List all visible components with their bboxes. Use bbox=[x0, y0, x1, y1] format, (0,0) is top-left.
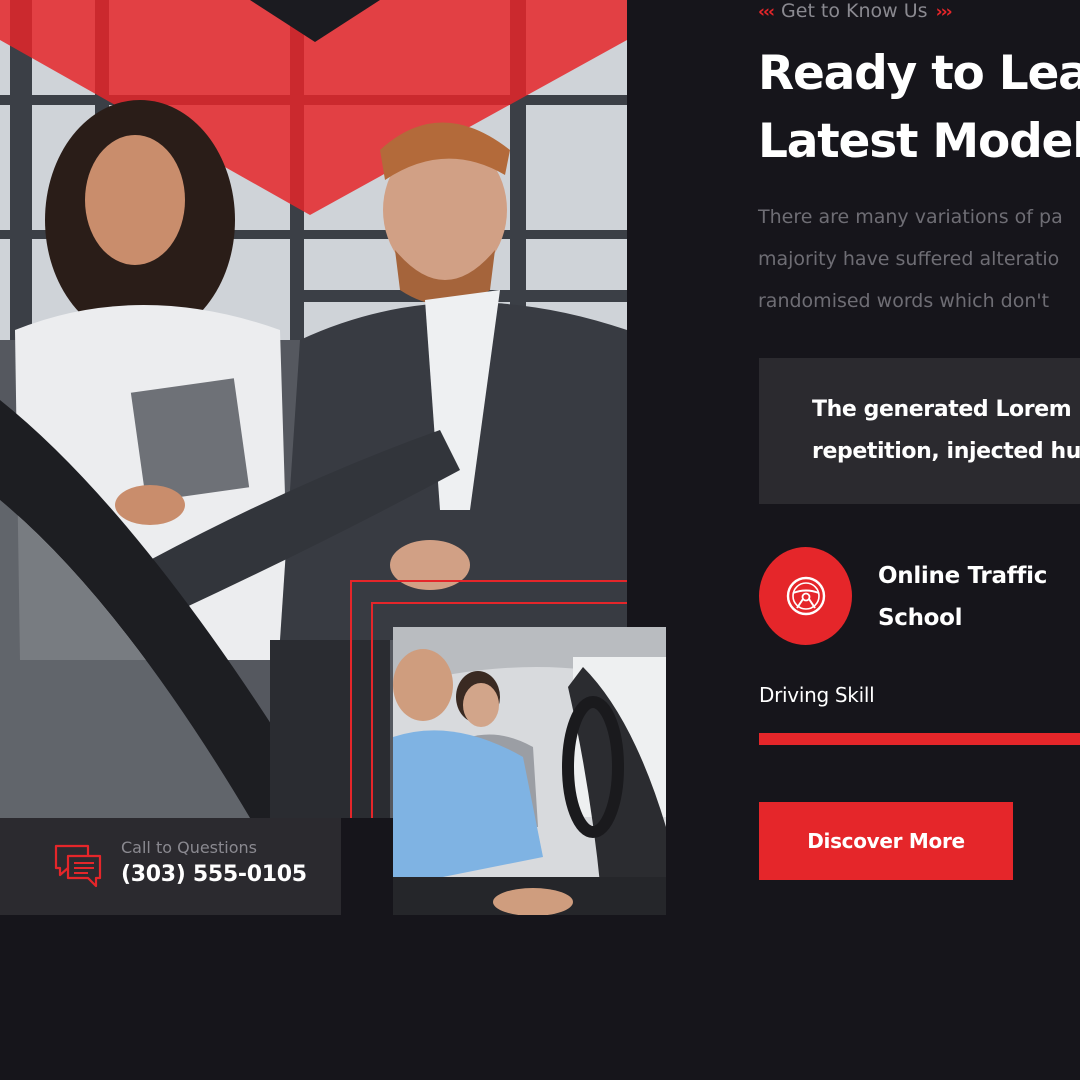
description-line: There are many variations of pa bbox=[758, 206, 1063, 228]
skill-label: Driving Skill bbox=[759, 683, 875, 707]
about-section: Call to Questions (303) 555-0105 ‹‹‹ Get … bbox=[0, 0, 1080, 1080]
description-line: majority have suffered alteratio bbox=[758, 248, 1060, 270]
phone-number[interactable]: (303) 555-0105 bbox=[121, 862, 307, 887]
chat-bubbles-icon bbox=[54, 844, 102, 888]
steering-wheel-icon bbox=[786, 576, 826, 616]
feature-title: Online Traffic School bbox=[878, 555, 1047, 639]
chevrons-left-icon: ‹‹‹ bbox=[758, 2, 775, 22]
chevrons-right-icon: ››› bbox=[935, 2, 953, 22]
section-description: There are many variations of pa majority… bbox=[758, 196, 1063, 322]
feature-title-line: Online Traffic bbox=[878, 563, 1048, 589]
description-line: randomised words which don't bbox=[758, 290, 1050, 312]
section-heading: Ready to Learn Latest Models bbox=[758, 40, 1080, 176]
feature-icon-circle bbox=[759, 547, 852, 645]
quote-line: The generated Lorem bbox=[812, 397, 1072, 422]
skill-progress-bar bbox=[759, 733, 1080, 745]
heading-line: Ready to Learn bbox=[758, 46, 1080, 101]
section-tagline: ‹‹‹ Get to Know Us ››› bbox=[758, 0, 953, 22]
skill-progress-fill bbox=[759, 733, 1080, 745]
driving-lesson-photo bbox=[393, 627, 666, 915]
quote-line: repetition, injected hu bbox=[812, 439, 1080, 464]
heading-line: Latest Models bbox=[758, 114, 1080, 169]
call-label: Call to Questions bbox=[121, 838, 257, 857]
feature-title-line: School bbox=[878, 605, 963, 631]
quote-text: The generated Lorem repetition, injected… bbox=[812, 389, 1080, 473]
tagline-text: Get to Know Us bbox=[781, 0, 928, 22]
discover-more-button[interactable]: Discover More bbox=[759, 802, 1013, 880]
